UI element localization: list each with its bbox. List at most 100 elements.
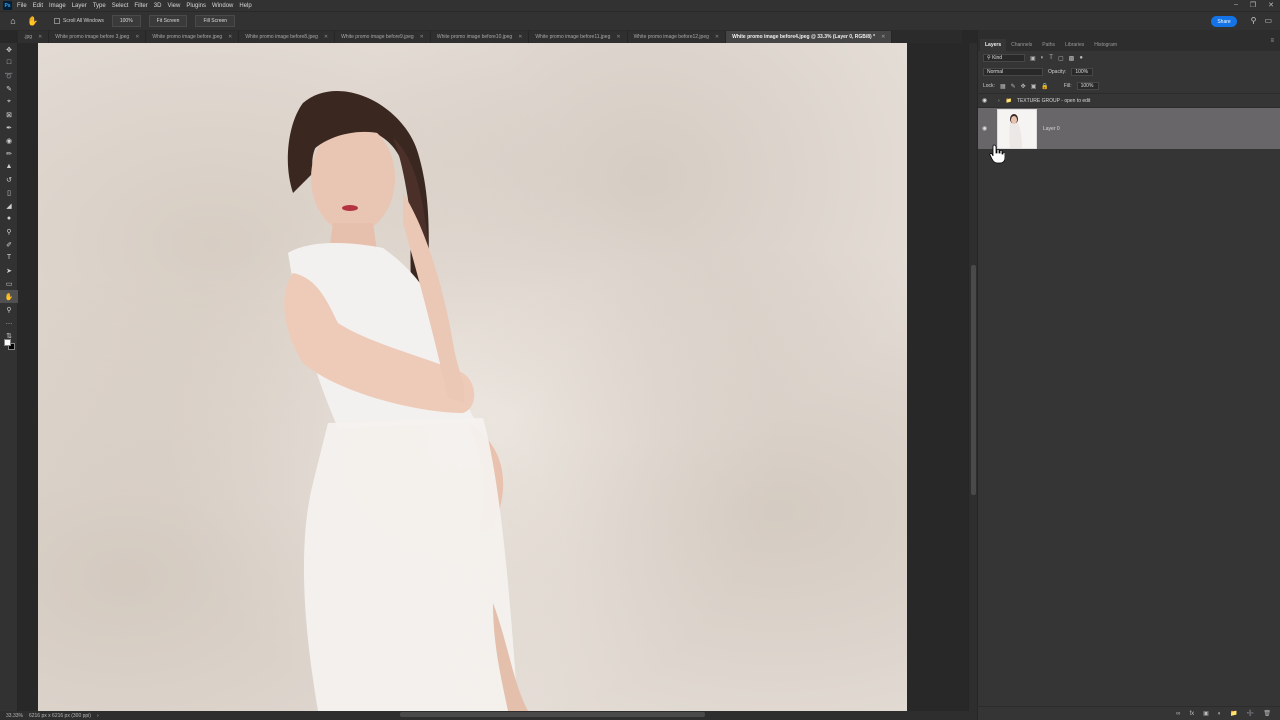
tab-document[interactable]: White promo image before 3.jpeg ✕ (49, 31, 147, 43)
more-tools-icon[interactable]: … (0, 316, 18, 329)
tab-close-icon[interactable]: ✕ (228, 34, 232, 40)
filter-adjustment-icon[interactable]: ◐ (1041, 55, 1045, 61)
tab-document[interactable]: White promo image before8.jpeg ✕ (239, 31, 336, 43)
hand-tool-icon[interactable]: ✋ (26, 14, 40, 28)
zoom-100-button[interactable]: 100% (111, 15, 141, 27)
add-mask-icon[interactable]: ▣ (1203, 710, 1209, 717)
expand-chevron-icon[interactable]: › (998, 98, 1000, 104)
path-select-tool-icon[interactable]: ➤ (0, 264, 18, 277)
visibility-eye-icon[interactable]: ◉ (982, 97, 992, 104)
filter-shape-icon[interactable]: ▢ (1058, 55, 1064, 62)
kind-filter-select[interactable]: ⚲ Kind (983, 54, 1025, 62)
layer-thumbnail[interactable] (997, 108, 1037, 149)
tab-paths[interactable]: Paths (1037, 39, 1060, 51)
layer-name[interactable]: Layer 0 (1043, 126, 1060, 132)
scroll-all-windows-checkbox[interactable]: Scroll All Windows (54, 18, 104, 24)
eraser-tool-icon[interactable]: ▯ (0, 186, 18, 199)
zoom-level[interactable]: 33.33% (6, 713, 23, 719)
vertical-scrollbar[interactable] (968, 43, 977, 711)
tab-close-icon[interactable]: ✕ (420, 34, 424, 40)
blend-mode-select[interactable]: Normal (983, 68, 1043, 76)
menu-help[interactable]: Help (239, 3, 251, 9)
home-icon[interactable]: ⌂ (6, 14, 20, 28)
eyedropper-tool-icon[interactable]: ✒ (0, 121, 18, 134)
menu-3d[interactable]: 3D (154, 3, 162, 9)
blur-tool-icon[interactable]: ● (0, 212, 18, 225)
stamp-tool-icon[interactable]: ▲ (0, 160, 18, 173)
tab-document-active[interactable]: White promo image before4.jpeg @ 33.3% (… (726, 31, 893, 43)
document-canvas[interactable] (38, 43, 907, 711)
scroll-thumb[interactable] (971, 265, 976, 495)
tab-document[interactable]: White promo image before.jpeg ✕ (146, 31, 240, 43)
zoom-tool-icon[interactable]: ⚲ (0, 303, 18, 316)
tab-close-icon[interactable]: ✕ (616, 34, 620, 40)
tab-document[interactable]: .jpg ✕ (18, 31, 50, 43)
tab-libraries[interactable]: Libraries (1060, 39, 1089, 51)
fit-screen-button[interactable]: Fit Screen (148, 15, 188, 27)
tab-document[interactable]: White promo image before9.jpeg ✕ (335, 31, 431, 43)
type-tool-icon[interactable]: T (0, 251, 18, 264)
menu-file[interactable]: File (17, 3, 27, 9)
lock-position-icon[interactable]: ✥ (1021, 83, 1026, 90)
pen-tool-icon[interactable]: ✐ (0, 238, 18, 251)
tab-document[interactable]: White promo image before11.jpeg ✕ (529, 31, 628, 43)
frame-tool-icon[interactable]: ⊠ (0, 108, 18, 121)
new-layer-icon[interactable]: ➕ (1247, 710, 1254, 717)
workspace-icon[interactable]: ▭ (1264, 16, 1272, 25)
lock-transparent-icon[interactable]: ▦ (1000, 83, 1006, 90)
close-icon[interactable]: ✕ (1268, 1, 1274, 9)
history-brush-icon[interactable]: ↺ (0, 173, 18, 186)
tab-layers[interactable]: Layers (980, 39, 1007, 51)
menu-select[interactable]: Select (112, 3, 129, 9)
panel-menu-icon[interactable]: ≡ (1270, 38, 1274, 44)
quick-select-tool-icon[interactable]: ✎ (0, 82, 18, 95)
lock-artboard-icon[interactable]: ▣ (1031, 83, 1037, 90)
tab-close-icon[interactable]: ✕ (715, 34, 719, 40)
menu-window[interactable]: Window (212, 3, 233, 9)
restore-icon[interactable]: ❐ (1250, 1, 1256, 9)
layer-name[interactable]: TEXTURE GROUP - open to edit (1017, 98, 1091, 104)
crop-tool-icon[interactable]: ⌖ (0, 95, 18, 108)
fill-screen-button[interactable]: Fill Screen (195, 15, 236, 27)
tab-channels[interactable]: Channels (1006, 39, 1037, 51)
dodge-tool-icon[interactable]: ⚲ (0, 225, 18, 238)
filter-smart-object-icon[interactable]: ▩ (1069, 55, 1075, 62)
gradient-tool-icon[interactable]: ◢ (0, 199, 18, 212)
tab-close-icon[interactable]: ✕ (38, 34, 42, 40)
canvas-area[interactable] (18, 43, 968, 711)
tab-close-icon[interactable]: ✕ (324, 34, 328, 40)
brush-tool-icon[interactable]: ✏ (0, 147, 18, 160)
tab-document[interactable]: White promo image before10.jpeg ✕ (430, 31, 530, 43)
menu-edit[interactable]: Edit (33, 3, 43, 9)
layer-row-group[interactable]: ◉ › 📁 TEXTURE GROUP - open to edit (978, 93, 1280, 107)
delete-layer-icon[interactable]: 🗑 (1263, 710, 1271, 717)
filter-type-icon[interactable]: T (1049, 55, 1053, 61)
adjustment-layer-icon[interactable]: ◐ (1218, 711, 1222, 717)
menu-layer[interactable]: Layer (72, 3, 87, 9)
tab-close-icon[interactable]: ✕ (518, 34, 522, 40)
menu-image[interactable]: Image (49, 3, 66, 9)
tab-histogram[interactable]: Histogram (1089, 39, 1122, 51)
visibility-eye-icon[interactable]: ◉ (982, 125, 992, 132)
tab-document[interactable]: White promo image before12.jpeg ✕ (627, 31, 727, 43)
fx-icon[interactable]: fx (1189, 711, 1194, 717)
menu-view[interactable]: View (167, 3, 180, 9)
fill-input[interactable]: 100% (1076, 82, 1099, 90)
horizontal-scrollbar[interactable] (400, 712, 705, 717)
lock-pixels-icon[interactable]: ✎ (1011, 83, 1016, 90)
layer-row-selected[interactable]: ◉ Layer 0 (978, 107, 1280, 149)
tab-close-icon[interactable]: ✕ (135, 34, 139, 40)
move-tool-icon[interactable]: ✥ (0, 43, 18, 56)
status-arrow-icon[interactable]: › (97, 713, 99, 719)
share-button[interactable]: Share (1211, 16, 1237, 27)
new-group-icon[interactable]: 📁 (1230, 710, 1237, 717)
filter-pixel-icon[interactable]: ▣ (1030, 55, 1036, 62)
hand-tool-icon[interactable]: ✋ (0, 290, 18, 303)
opacity-input[interactable]: 100% (1071, 68, 1094, 76)
menu-plugins[interactable]: Plugins (186, 3, 206, 9)
menu-filter[interactable]: Filter (134, 3, 147, 9)
lasso-tool-icon[interactable]: ➰ (0, 69, 18, 82)
healing-tool-icon[interactable]: ◉ (0, 134, 18, 147)
tab-close-icon[interactable]: ✕ (881, 34, 885, 40)
link-layers-icon[interactable]: ∞ (1176, 711, 1180, 717)
